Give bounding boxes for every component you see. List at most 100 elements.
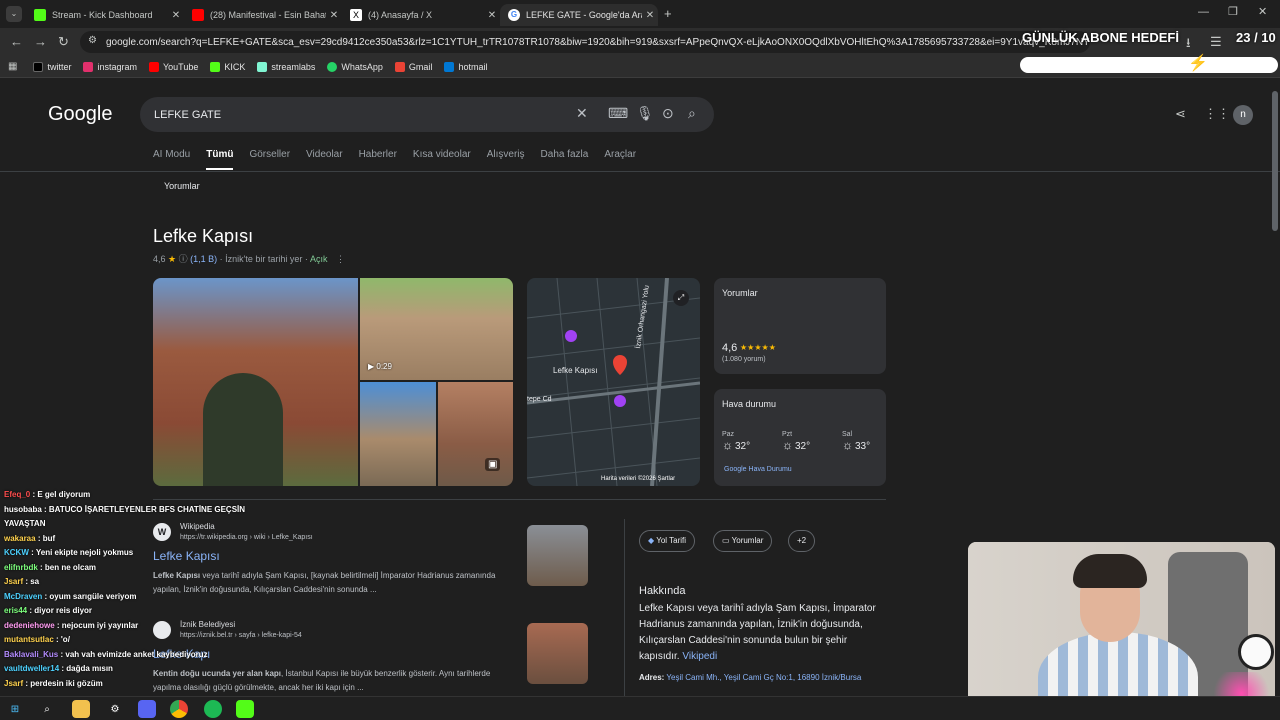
reviews-chip[interactable]: Yorumlar <box>164 181 200 191</box>
scrollbar[interactable] <box>1272 91 1278 231</box>
tab-search-icon[interactable]: ☰ <box>1210 34 1222 50</box>
outlook-icon <box>444 61 455 72</box>
tab-youtube[interactable]: (28) Manifestival - Esin Bahat İn ✕ <box>184 4 342 26</box>
keyboard-icon[interactable]: ⌨ <box>608 105 628 122</box>
action-reviews[interactable]: ▭ Yorumlar <box>713 530 773 552</box>
windows-start-icon[interactable]: ⊞ <box>6 700 24 718</box>
weather-day: Paz ☼ 32° <box>722 431 751 452</box>
new-tab-button[interactable]: + <box>664 6 672 21</box>
chat-text: : diyor reis diyor <box>27 606 93 615</box>
bookmark-streamlabs[interactable]: streamlabs <box>257 61 315 72</box>
map[interactable]: Lefke Kapısı tepe Cd İznik Orhangazi Yol… <box>527 278 700 486</box>
bookmark-whatsapp[interactable]: WhatsApp <box>327 61 383 72</box>
chat-username: eris44 <box>4 606 28 615</box>
discord-icon[interactable] <box>138 700 156 718</box>
close-icon[interactable]: ✕ <box>168 10 184 21</box>
site-info-icon[interactable]: ⚙ <box>88 35 97 46</box>
chrome-icon[interactable] <box>170 700 188 718</box>
bookmark-instagram[interactable]: instagram <box>83 61 137 72</box>
tab-ai-mode[interactable]: AI Modu <box>153 149 190 170</box>
action-more[interactable]: +2 <box>788 530 816 552</box>
photo-small-1[interactable] <box>360 382 436 486</box>
tab-kick-dashboard[interactable]: Stream - Kick Dashboard ✕ <box>26 4 184 26</box>
tab-news[interactable]: Haberler <box>359 149 397 170</box>
tab-shopping[interactable]: Alışveriş <box>487 149 525 170</box>
tab-x[interactable]: X (4) Anasayfa / X ✕ <box>342 4 500 26</box>
forward-icon[interactable]: → <box>34 34 47 49</box>
sun-icon: ☼ <box>782 438 793 452</box>
address-link[interactable]: Yeşil Cami Mh., Yeşil Cami Gç No:1, 1689… <box>666 673 861 682</box>
chat-text: : ben ne olcam <box>37 562 97 572</box>
whatsapp-icon <box>327 61 338 72</box>
chat-message: mutantsutlac : 'o/ <box>0 633 260 648</box>
chat-message: Baklavali_Kus : vah vah evimizde anket k… <box>0 648 260 663</box>
video-badge: ▶ 0:29 <box>368 362 392 371</box>
review-count-link[interactable]: (1,1 B) <box>190 254 217 264</box>
bookmark-gmail[interactable]: Gmail <box>394 61 432 72</box>
reviews-stars: ★★★★★ <box>740 343 776 352</box>
maximize-button[interactable]: ❐ <box>1228 5 1238 18</box>
tab-images[interactable]: Görseller <box>249 149 290 170</box>
tab-videos[interactable]: Videolar <box>306 149 343 170</box>
search-box[interactable]: LEFKE GATE ✕ ⌨ 🎙 ⊙ ⌕ <box>140 97 714 132</box>
lens-icon[interactable]: ⊙ <box>662 105 674 122</box>
chat-message: Jsarf : sa <box>0 575 260 590</box>
more-options-icon[interactable]: ⋮ <box>336 254 345 264</box>
chat-username: wakaraa <box>4 533 36 543</box>
search-input[interactable]: LEFKE GATE <box>154 109 221 121</box>
action-directions[interactable]: ◆ Yol Tarifi <box>639 530 696 552</box>
apps-icon[interactable]: ⋮⋮ <box>1204 106 1230 122</box>
photo-main[interactable] <box>153 278 358 486</box>
chat-username: Efeq_0 <box>4 490 31 499</box>
tab-short-videos[interactable]: Kısa videolar <box>413 149 471 170</box>
file-explorer-icon[interactable] <box>72 700 90 718</box>
settings-gear-icon[interactable]: ⚙ <box>106 700 124 718</box>
expand-map-icon[interactable]: ⤢ <box>673 290 689 306</box>
bookmark-twitter[interactable]: twitter <box>33 61 71 72</box>
result-thumbnail[interactable] <box>527 623 588 684</box>
result-thumbnail[interactable] <box>527 525 588 586</box>
share-icon[interactable]: ⋖ <box>1175 106 1186 122</box>
x-icon: X <box>350 9 362 21</box>
weather-card[interactable]: Hava durumu Paz ☼ 32° Pzt ☼ 32° Sal ☼ 33° G… <box>714 389 886 486</box>
search-icon[interactable]: ⌕ <box>38 700 56 718</box>
photo-video[interactable]: ▶ 0:29 <box>360 278 513 380</box>
chat-message: KCKW : Yeni ekipte nejoli yokmus <box>0 546 260 561</box>
google-logo[interactable]: Google <box>48 103 113 126</box>
apps-grid-icon[interactable]: ▦ <box>8 61 17 72</box>
avatar[interactable]: n <box>1233 105 1253 125</box>
minimize-button[interactable]: — <box>1198 6 1209 18</box>
streaming-app-icon[interactable] <box>236 700 254 718</box>
spotify-icon[interactable] <box>204 700 222 718</box>
photo-small-2[interactable]: ▣ <box>438 382 513 486</box>
x-icon <box>33 61 44 72</box>
url-field[interactable]: ⚙ google.com/search?q=LEFKE+GATE&sca_esv… <box>80 31 1090 53</box>
microphone-icon[interactable]: 🎙 <box>636 105 654 122</box>
reload-icon[interactable]: ↻ <box>58 34 69 50</box>
chat-text: : Yeni ekipte nejoli yokmus <box>28 548 134 557</box>
bookmark-kick[interactable]: KICK <box>210 61 245 72</box>
close-icon[interactable]: ✕ <box>326 10 342 21</box>
map-place-label: Lefke Kapısı <box>553 366 598 375</box>
close-window-button[interactable]: ✕ <box>1258 5 1267 18</box>
tab-tools[interactable]: Araçlar <box>604 149 636 170</box>
tab-more[interactable]: Daha fazla <box>541 149 589 170</box>
chat-username: YAVAŞTAN <box>4 519 46 528</box>
tab-all[interactable]: Tümü <box>206 149 234 170</box>
clear-icon[interactable]: ✕ <box>576 105 588 122</box>
bookmark-hotmail[interactable]: hotmail <box>444 61 487 72</box>
search-icon[interactable]: ⌕ <box>688 105 696 122</box>
bookmark-youtube[interactable]: YouTube <box>148 61 198 72</box>
reviews-card[interactable]: Yorumlar 4,6 ★★★★★ (1.080 yorum) <box>714 278 886 374</box>
wikipedia-link[interactable]: Vikipedi <box>682 651 717 662</box>
close-icon[interactable]: ✕ <box>642 10 658 21</box>
tab-google-search[interactable]: G LEFKE GATE - Google'da Ara ✕ <box>500 4 658 26</box>
youtube-icon <box>192 9 204 21</box>
tab-search-button[interactable]: ⌄ <box>6 6 22 22</box>
back-icon[interactable]: ← <box>10 34 23 49</box>
weather-link[interactable]: Google Hava Durumu <box>724 466 792 473</box>
chat-text: : vah vah evimizde anket kaybediyoruz <box>58 649 208 659</box>
close-icon[interactable]: ✕ <box>484 10 500 21</box>
google-icon: G <box>508 9 520 21</box>
map-attribution: Harita verileri ©2026 Şartlar <box>601 476 676 482</box>
